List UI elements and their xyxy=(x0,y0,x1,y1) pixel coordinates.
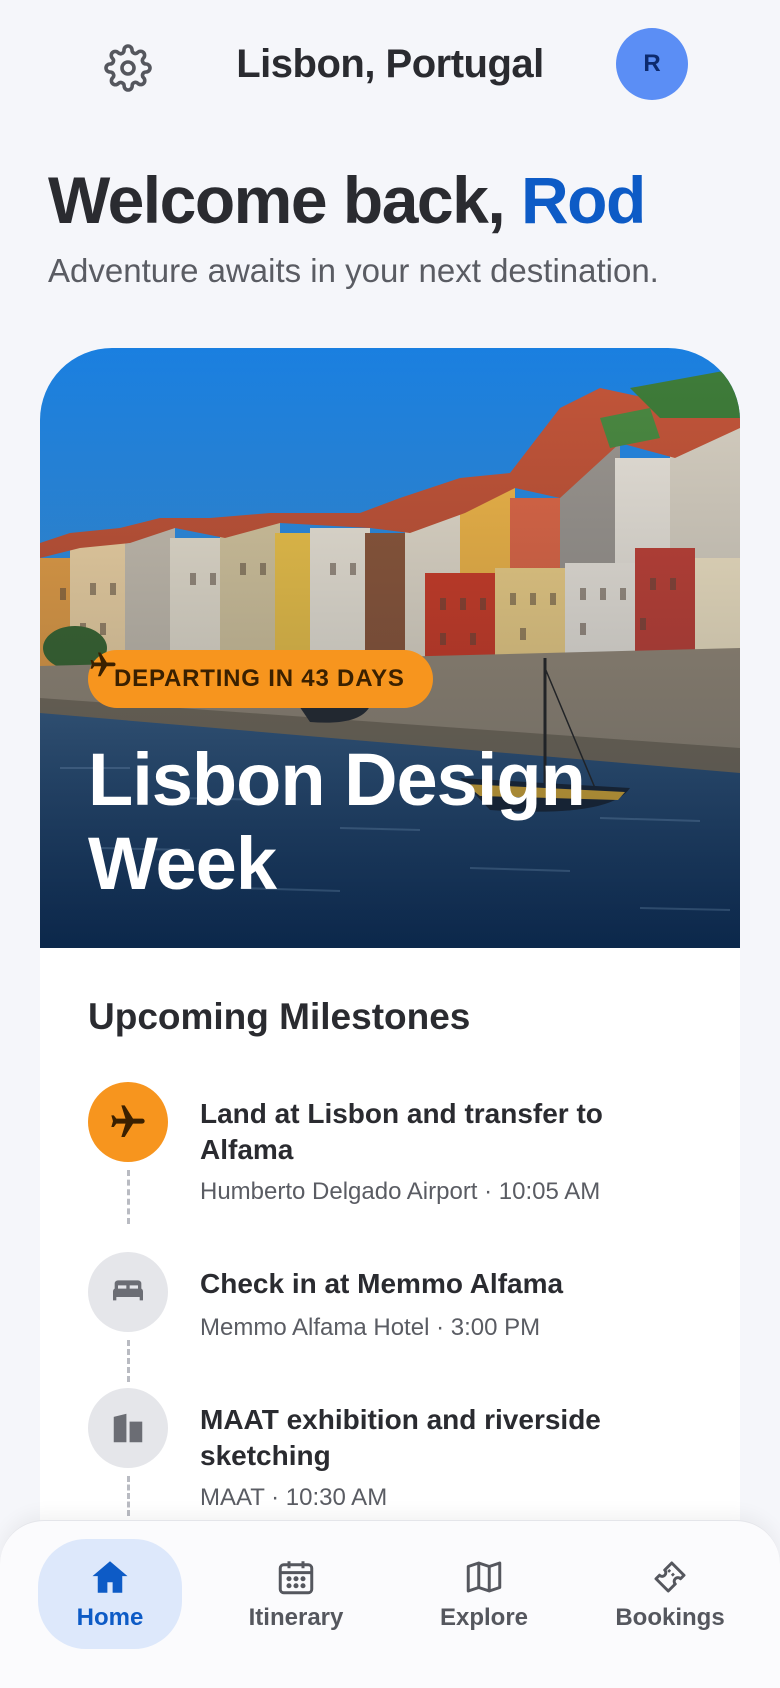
trip-card[interactable]: DEPARTING IN 43 DAYS Lisbon Design Week … xyxy=(40,348,740,1688)
milestone-title: Check in at Memmo Alfama xyxy=(200,1268,564,1299)
timeline-connector xyxy=(127,1340,130,1382)
ticket-icon xyxy=(654,1561,686,1593)
timeline-connector xyxy=(127,1476,130,1516)
milestone-item[interactable]: Land at Lisbon and transfer to Alfama Hu… xyxy=(88,1082,708,1242)
milestone-subtitle: Memmo Alfama Hotel · 3:00 PM xyxy=(200,1314,541,1341)
map-icon xyxy=(466,1561,502,1593)
nav-home[interactable]: Home xyxy=(38,1539,182,1649)
milestone-subtitle: MAAT · 10:30 AM xyxy=(200,1484,388,1511)
airplane-icon xyxy=(111,1105,145,1137)
nav-explore[interactable]: Explore xyxy=(412,1539,556,1649)
nav-bookings-label: Bookings xyxy=(615,1604,725,1631)
milestone-icon-circle xyxy=(88,1252,168,1332)
bed-icon xyxy=(113,1280,143,1301)
trip-hero-image: DEPARTING IN 43 DAYS Lisbon Design Week xyxy=(40,348,740,948)
milestone-icon-circle xyxy=(88,1082,168,1162)
nav-home-label: Home xyxy=(76,1604,144,1631)
nav-bookings[interactable]: Bookings xyxy=(598,1539,742,1649)
welcome-tagline: Adventure awaits in your next destinatio… xyxy=(48,252,659,289)
milestone-icon-circle xyxy=(88,1388,168,1468)
welcome-heading: Welcome back, Rod xyxy=(48,162,646,238)
milestone-title: Land at Lisbon and transfer to Alfama xyxy=(200,1098,603,1165)
welcome-greeting: Welcome back, xyxy=(48,163,522,237)
nav-itinerary[interactable]: Itinerary xyxy=(224,1539,368,1649)
airplane-icon xyxy=(90,652,116,677)
building-icon xyxy=(113,1413,143,1443)
milestones-heading: Upcoming Milestones xyxy=(88,996,471,1037)
departure-badge-text: DEPARTING IN 43 DAYS xyxy=(114,665,405,692)
trip-title: Lisbon Design Week xyxy=(88,738,586,905)
avatar-initial: R xyxy=(643,50,661,77)
nav-itinerary-label: Itinerary xyxy=(248,1604,344,1631)
user-name: Rod xyxy=(521,163,646,237)
avatar[interactable]: R xyxy=(616,28,688,100)
home-icon xyxy=(92,1561,128,1593)
top-bar: Lisbon, Portugal R xyxy=(0,0,780,130)
milestone-item[interactable]: Check in at Memmo Alfama Memmo Alfama Ho… xyxy=(88,1252,708,1382)
departure-badge: DEPARTING IN 43 DAYS xyxy=(88,650,433,708)
milestone-title: MAAT exhibition and riverside sketching xyxy=(200,1404,601,1471)
nav-explore-label: Explore xyxy=(439,1604,529,1631)
milestone-subtitle: Humberto Delgado Airport · 10:05 AM xyxy=(200,1178,601,1205)
bottom-nav: Home Itinerary Explore Bookings xyxy=(0,1520,780,1688)
timeline-connector xyxy=(127,1170,130,1224)
calendar-icon xyxy=(278,1561,314,1595)
